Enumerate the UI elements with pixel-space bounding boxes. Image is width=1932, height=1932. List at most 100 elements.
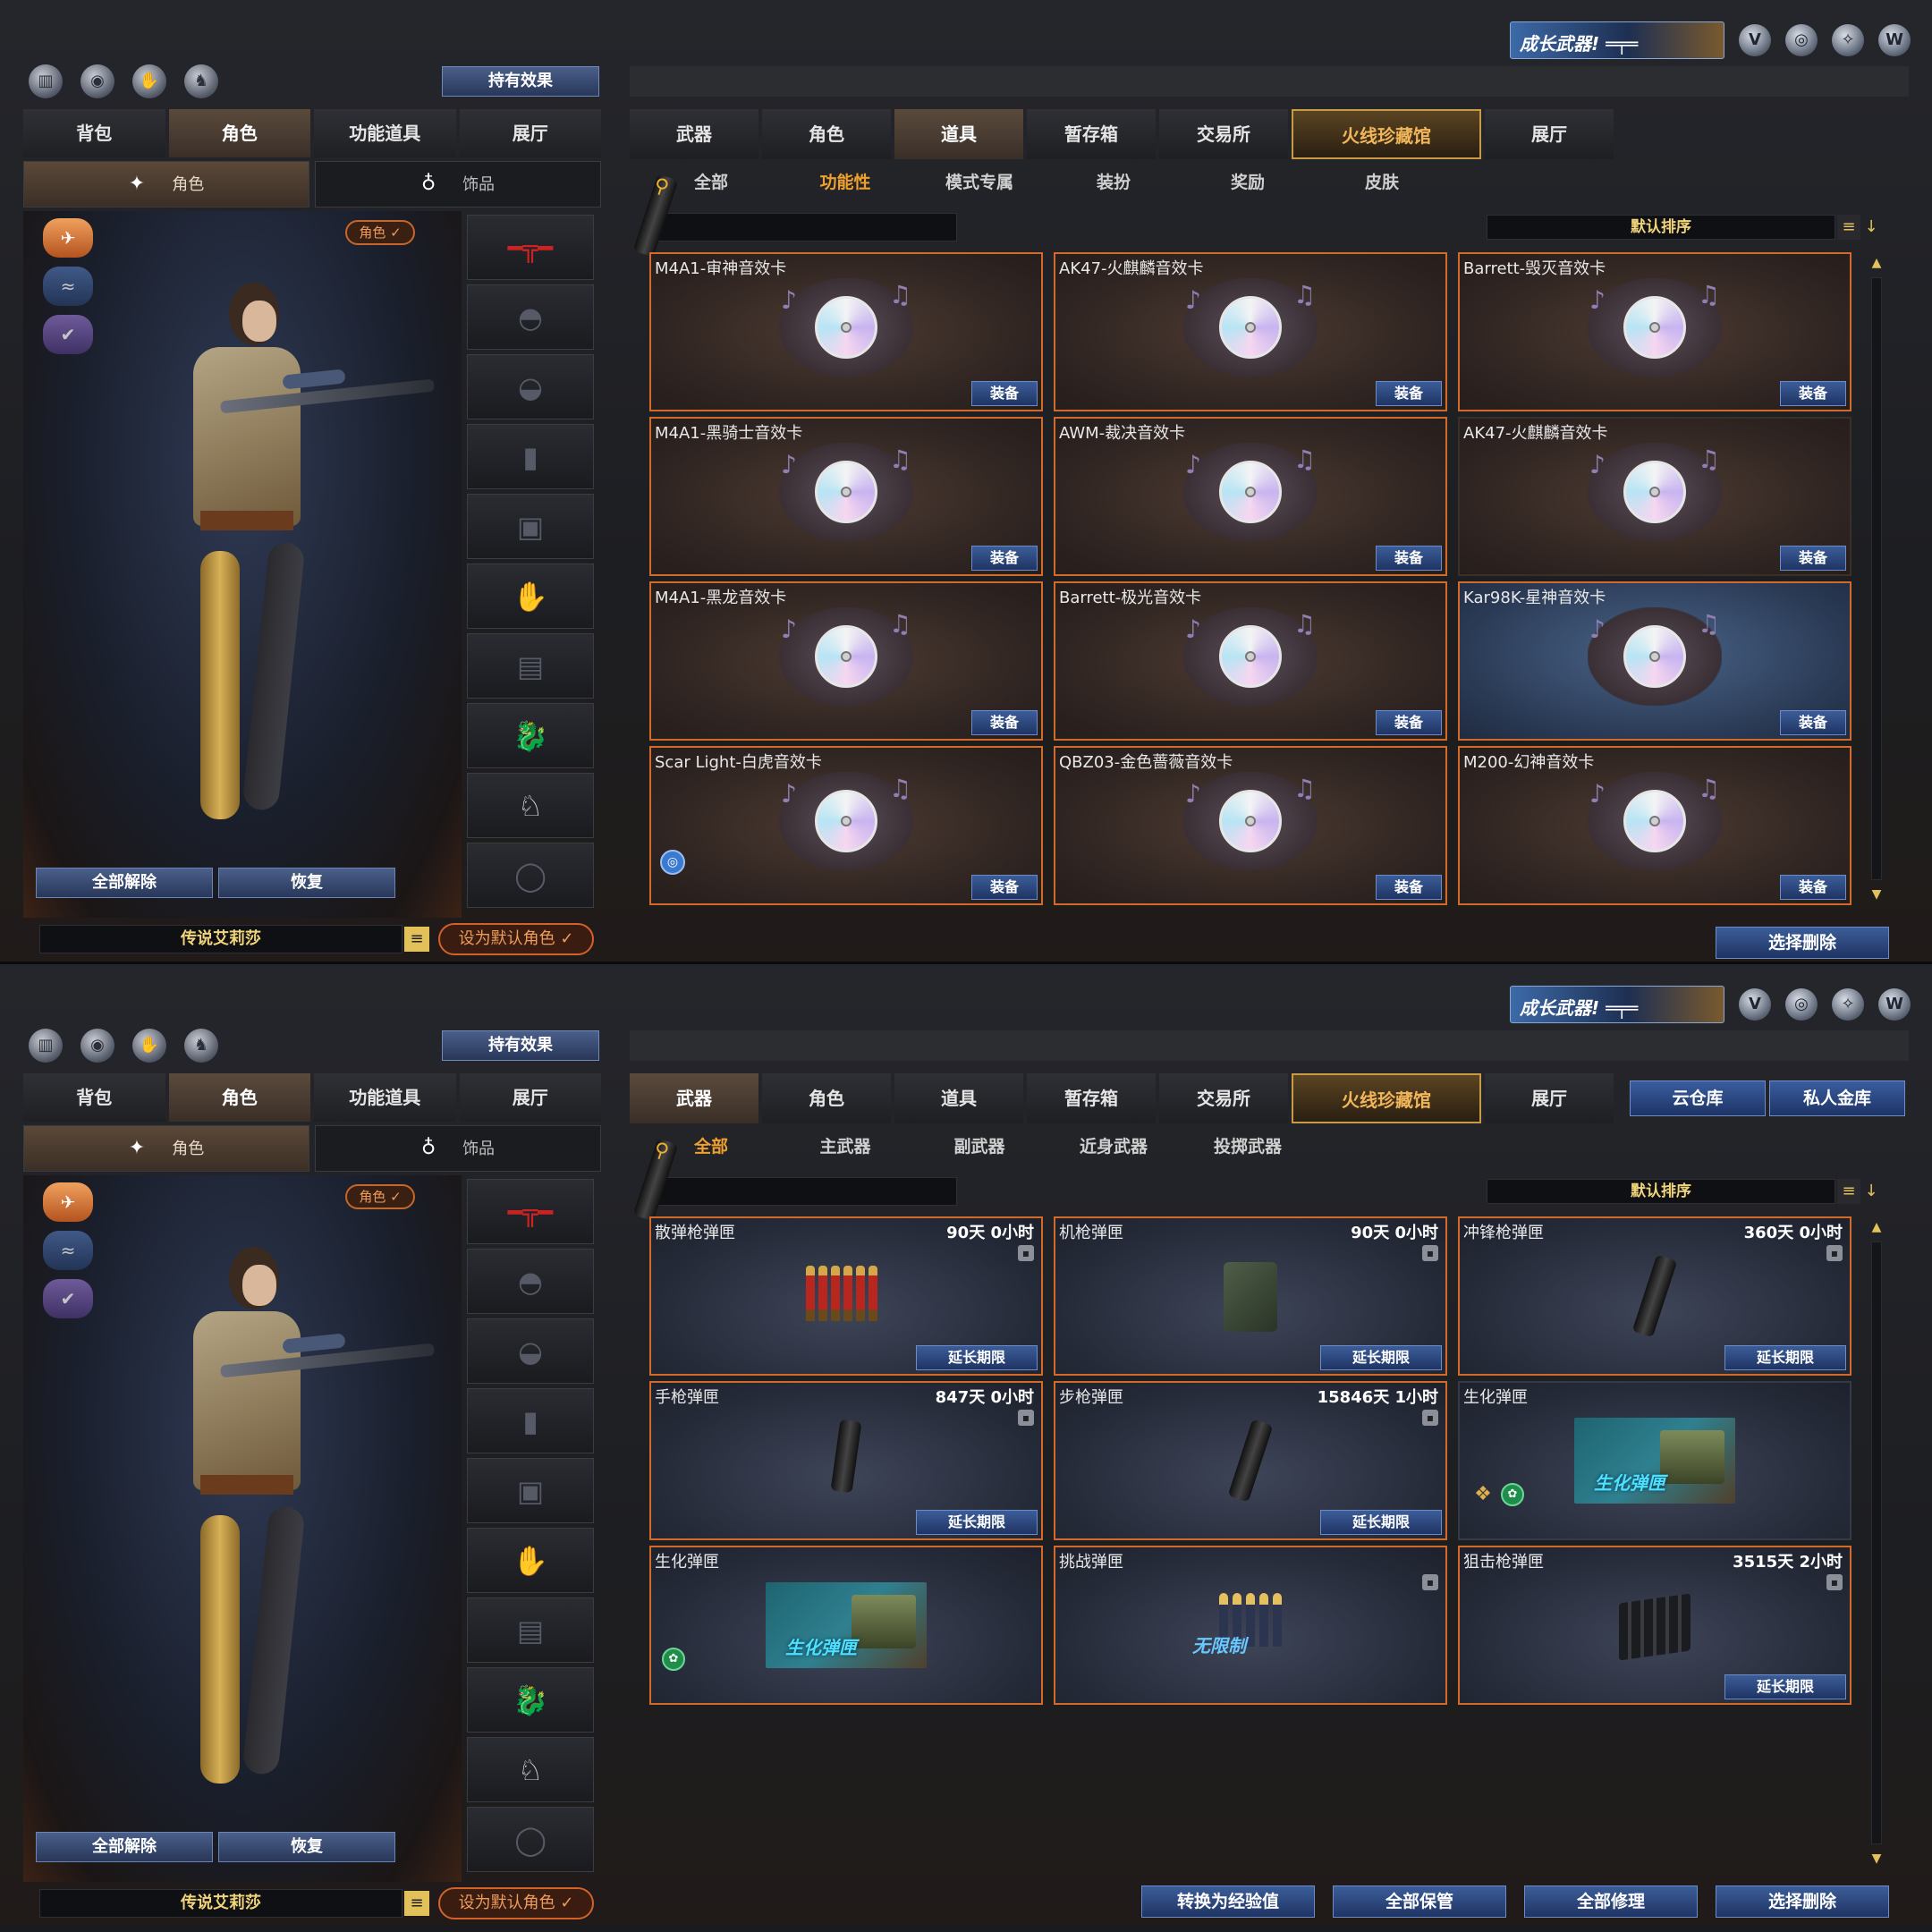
scroll-track[interactable] [1871,1241,1882,1844]
tab-backpack[interactable]: 背包 [23,109,165,157]
list-view-icon[interactable]: ≡ [1837,215,1860,240]
restore-button[interactable]: 恢复 [218,1832,395,1862]
item-card[interactable]: Scar Light-白虎音效卡 ♪ ♫ ◎ 装备 [649,746,1043,905]
slot-pouch-icon[interactable]: ▤ [467,1597,594,1663]
tab-showroom[interactable]: 展厅 [459,109,601,157]
tab-weapons[interactable]: 武器 [630,109,758,159]
slot-radio-icon[interactable]: ▮ [467,1388,594,1453]
eye-icon[interactable]: ◉ [80,64,114,98]
slot-glove-icon[interactable]: ✋ [467,564,594,629]
extend-duration-button[interactable]: 延长期限 [1724,1345,1846,1370]
select-delete-button[interactable]: 选择删除 [1716,1885,1889,1918]
subtab-functional[interactable]: 功能性 [778,166,912,199]
holding-effect-button[interactable]: 持有效果 [442,1030,599,1061]
card-scrollbar[interactable]: ▲ ▼ [1868,254,1885,903]
slot-ring-icon[interactable]: ◯ [467,1807,594,1872]
item-card[interactable]: M200-幻神音效卡 ♪ ♫ 装备 [1458,746,1852,905]
compass-icon[interactable]: ✧ [1832,988,1864,1021]
extend-duration-button[interactable]: 延长期限 [1320,1510,1442,1535]
slot-helmet-icon[interactable]: ◓ [467,1249,594,1314]
item-card[interactable]: AWM-裁决音效卡 ♪ ♫ 装备 [1054,417,1447,576]
subtab-character[interactable]: ✦ 角色 [23,1125,309,1172]
unequip-all-button[interactable]: 全部解除 [36,1832,213,1862]
bird-icon[interactable]: ✔ [43,315,93,354]
equip-button[interactable]: 装备 [1376,381,1442,406]
tab-weapons[interactable]: 武器 [630,1073,758,1123]
ranking-icon[interactable]: ▥ [29,64,63,98]
item-card[interactable]: 狙击枪弹匣 3515天 2小时 ▪ 延长期限 [1458,1546,1852,1705]
subtab-dress-up[interactable]: 装扮 [1046,166,1181,199]
tab-items[interactable]: 道具 [894,1073,1023,1123]
subtab-secondary[interactable]: 副武器 [912,1131,1046,1163]
equip-button[interactable]: 装备 [1780,875,1846,900]
eye-icon[interactable]: ◉ [80,1029,114,1063]
item-card[interactable]: QBZ03-金色蔷薇音效卡 ♪ ♫ 装备 [1054,746,1447,905]
restore-button[interactable]: 恢复 [218,868,395,898]
item-card[interactable]: AK47-火麒麟音效卡 ♪ ♫ 装备 [1458,417,1852,576]
item-card[interactable]: M4A1-黑龙音效卡 ♪ ♫ 装备 [649,581,1043,741]
equip-button[interactable]: 装备 [971,710,1038,735]
scroll-down-icon[interactable]: ▼ [1868,886,1885,903]
slot-dragon-icon[interactable]: 🐉 [467,1667,594,1733]
search-input[interactable]: ⚲ [632,1138,957,1222]
select-delete-button[interactable]: 选择删除 [1716,927,1889,959]
item-card[interactable]: 散弹枪弹匣 90天 0小时 ▪ 延长期限 [649,1216,1043,1376]
scroll-track[interactable] [1871,277,1882,880]
slot-pouch-icon[interactable]: ▤ [467,633,594,699]
sort-arrow-icon[interactable]: ↓ [1862,215,1880,240]
equip-button[interactable]: 装备 [971,546,1038,571]
wing-icon[interactable]: ≈ [43,1231,93,1270]
wolf-icon[interactable]: ♞ [184,64,218,98]
item-card-selected[interactable]: Kar98K-星神音效卡 ♪ ♫ 装备 [1458,581,1852,741]
item-card[interactable]: M4A1-审神音效卡 ♪ ♫ 装备 [649,252,1043,411]
extend-duration-button[interactable]: 延长期限 [1724,1674,1846,1699]
subtab-accessory[interactable]: ♁ 饰品 [315,161,601,208]
sort-dropdown[interactable]: 默认排序 [1487,1179,1835,1204]
growth-weapon-banner[interactable]: 成长武器! ═╤═ [1510,986,1724,1023]
card-scrollbar[interactable]: ▲ ▼ [1868,1218,1885,1868]
globe-icon[interactable]: ◎ [1785,988,1818,1021]
subtab-melee[interactable]: 近身武器 [1046,1131,1181,1163]
v-wing-icon[interactable]: W [1878,24,1911,56]
extend-duration-button[interactable]: 延长期限 [1320,1345,1442,1370]
slot-silver-beast-icon[interactable]: ♘ [467,773,594,838]
tab-hall[interactable]: 展厅 [1485,109,1614,159]
search-input[interactable]: ⚲ [632,174,957,258]
compass-icon[interactable]: ✧ [1832,24,1864,56]
item-card[interactable]: 手枪弹匣 847天 0小时 ▪ 延长期限 [649,1381,1043,1540]
equip-button[interactable]: 装备 [1376,710,1442,735]
tab-character[interactable]: 角色 [168,109,310,157]
store-all-button[interactable]: 全部保管 [1333,1885,1506,1918]
extend-duration-button[interactable]: 延长期限 [916,1510,1038,1535]
slot-radio-icon[interactable]: ▮ [467,424,594,489]
tab-roles[interactable]: 角色 [762,109,891,159]
slot-helmet-icon[interactable]: ◓ [467,284,594,350]
slot-ring-icon[interactable]: ◯ [467,843,594,908]
slot-rifle-icon[interactable]: ━╦━ [467,215,594,280]
private-vault-button[interactable]: 私人金库 [1769,1080,1905,1116]
menu-icon[interactable]: ≡ [404,927,429,952]
slot-vest-icon[interactable]: ▣ [467,494,594,559]
slot-glove-icon[interactable]: ✋ [467,1528,594,1593]
subtab-accessory[interactable]: ♁ 饰品 [315,1125,601,1172]
repair-all-button[interactable]: 全部修理 [1524,1885,1698,1918]
tab-collection[interactable]: 火线珍藏馆 [1292,1073,1481,1123]
tab-character[interactable]: 角色 [168,1073,310,1122]
scroll-down-icon[interactable]: ▼ [1868,1850,1885,1868]
tab-exchange[interactable]: 交易所 [1159,109,1288,159]
tab-roles[interactable]: 角色 [762,1073,891,1123]
tab-storage[interactable]: 暂存箱 [1027,109,1156,159]
shield-v-icon[interactable]: V [1739,988,1771,1021]
item-card[interactable]: M4A1-黑骑士音效卡 ♪ ♫ 装备 [649,417,1043,576]
tab-backpack[interactable]: 背包 [23,1073,165,1122]
wolf-icon[interactable]: ♞ [184,1029,218,1063]
list-view-icon[interactable]: ≡ [1837,1179,1860,1204]
ranking-icon[interactable]: ▥ [29,1029,63,1063]
menu-icon[interactable]: ≡ [404,1891,429,1916]
slot-silver-beast-icon[interactable]: ♘ [467,1737,594,1802]
set-default-character-button[interactable]: 设为默认角色 ✓ [438,923,594,955]
tab-function-items[interactable]: 功能道具 [314,1073,456,1122]
eagle-icon[interactable]: ✈ [43,218,93,258]
subtab-skins[interactable]: 皮肤 [1315,166,1449,199]
item-card[interactable]: 机枪弹匣 90天 0小时 ▪ 延长期限 [1054,1216,1447,1376]
